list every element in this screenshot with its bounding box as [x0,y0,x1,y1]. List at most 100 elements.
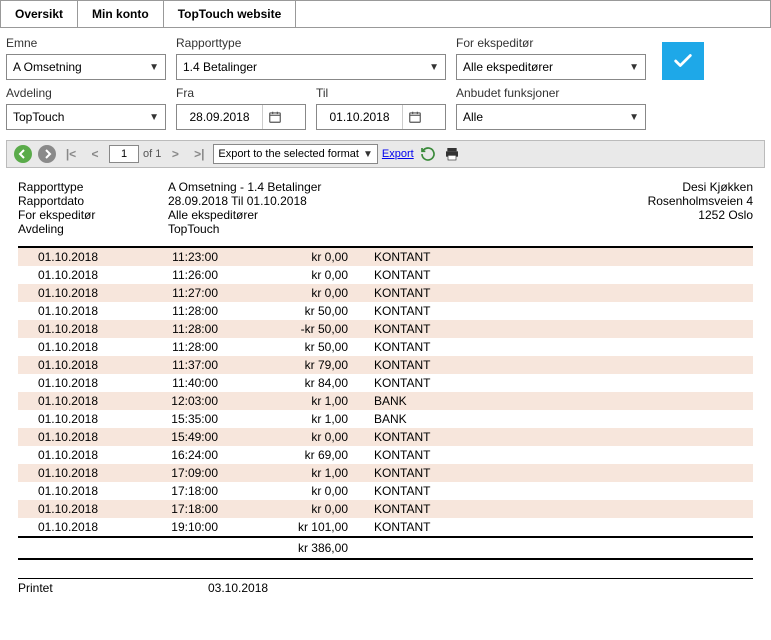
cell-amount: kr 0,00 [248,284,358,302]
export-format-value: Export to the selected format [218,148,359,160]
calendar-icon[interactable] [402,105,426,129]
fra-date[interactable] [176,104,306,130]
cell-date: 01.10.2018 [18,410,128,428]
printer-icon [444,146,460,162]
address-line: 1252 Oslo [648,208,753,222]
filter-row-2: Avdeling TopTouch ▼ Fra Til Anbudet funk… [0,84,771,138]
table-row: 01.10.201812:03:00kr 1,00BANK [18,392,753,410]
company-address: Desi KjøkkenRosenholmsveien 41252 Oslo [648,180,753,236]
cell-date: 01.10.2018 [18,284,128,302]
first-page-button[interactable]: |< [61,144,81,164]
calendar-icon[interactable] [262,105,286,129]
meta-value: Alle ekspeditører [168,208,258,222]
total-amount: kr 386,00 [248,537,358,559]
emne-value: A Omsetning [13,60,82,74]
export-format-select[interactable]: Export to the selected format ▼ [213,144,378,164]
ekspeditor-label: For ekspeditør [456,36,646,50]
meta-row: Rapportdato28.09.2018 Til 01.10.2018 [18,194,321,208]
cell-time: 17:18:00 [128,500,248,518]
cell-type: KONTANT [358,247,753,266]
cell-amount: -kr 50,00 [248,320,358,338]
report-footer: Printet 03.10.2018 [18,578,753,595]
cell-type: KONTANT [358,518,753,537]
rapporttype-select[interactable]: 1.4 Betalinger ▼ [176,54,446,80]
nav-back-button[interactable] [13,144,33,164]
meta-label: Rapportdato [18,194,168,208]
tab-oversikt[interactable]: Oversikt [1,1,78,27]
cell-amount: kr 1,00 [248,392,358,410]
ekspeditor-select[interactable]: Alle ekspeditører ▼ [456,54,646,80]
printed-date: 03.10.2018 [208,581,268,595]
avdeling-select[interactable]: TopTouch ▼ [6,104,166,130]
cell-time: 11:28:00 [128,302,248,320]
refresh-icon [420,146,436,162]
last-page-button[interactable]: >| [189,144,209,164]
report-body: RapporttypeA Omsetning - 1.4 BetalingerR… [0,170,771,605]
emne-select[interactable]: A Omsetning ▼ [6,54,166,80]
tab-min-konto[interactable]: Min konto [78,1,164,27]
page-of-label: of 1 [143,148,161,160]
page-input[interactable] [109,145,139,163]
meta-label: For ekspeditør [18,208,168,222]
anbudet-select[interactable]: Alle ▼ [456,104,646,130]
caret-down-icon: ▼ [429,62,439,73]
total-row: kr 386,00 [18,537,753,559]
refresh-button[interactable] [418,144,438,164]
next-page-button[interactable]: > [165,144,185,164]
cell-time: 17:09:00 [128,464,248,482]
til-date[interactable] [316,104,446,130]
cell-amount: kr 84,00 [248,374,358,392]
cell-time: 17:18:00 [128,482,248,500]
cell-type: KONTANT [358,500,753,518]
filter-row-1: Emne A Omsetning ▼ Rapporttype 1.4 Betal… [0,28,771,84]
cell-type: BANK [358,410,753,428]
cell-type: KONTANT [358,320,753,338]
emne-label: Emne [6,36,166,50]
meta-label: Rapporttype [18,180,168,194]
table-row: 01.10.201811:40:00kr 84,00KONTANT [18,374,753,392]
cell-time: 11:37:00 [128,356,248,374]
print-button[interactable] [442,144,462,164]
cell-type: KONTANT [358,428,753,446]
table-row: 01.10.201817:18:00kr 0,00KONTANT [18,482,753,500]
table-row: 01.10.201811:28:00kr 50,00KONTANT [18,302,753,320]
table-row: 01.10.201811:23:00kr 0,00KONTANT [18,247,753,266]
submit-button[interactable] [662,42,704,80]
cell-date: 01.10.2018 [18,374,128,392]
cell-time: 15:35:00 [128,410,248,428]
cell-date: 01.10.2018 [18,464,128,482]
meta-value: TopTouch [168,222,219,236]
cell-amount: kr 1,00 [248,464,358,482]
export-link[interactable]: Export [382,148,414,160]
address-line: Desi Kjøkken [648,180,753,194]
prev-page-button[interactable]: < [85,144,105,164]
til-input[interactable] [317,105,402,129]
cell-time: 11:26:00 [128,266,248,284]
table-row: 01.10.201811:28:00-kr 50,00KONTANT [18,320,753,338]
cell-type: KONTANT [358,356,753,374]
anbudet-value: Alle [463,110,483,124]
cell-date: 01.10.2018 [18,320,128,338]
cell-amount: kr 79,00 [248,356,358,374]
meta-label: Avdeling [18,222,168,236]
cell-type: KONTANT [358,464,753,482]
cell-time: 15:49:00 [128,428,248,446]
cell-date: 01.10.2018 [18,356,128,374]
cell-date: 01.10.2018 [18,500,128,518]
table-row: 01.10.201815:49:00kr 0,00KONTANT [18,428,753,446]
meta-row: For ekspeditørAlle ekspeditører [18,208,321,222]
nav-forward-button[interactable] [37,144,57,164]
meta-row: AvdelingTopTouch [18,222,321,236]
rapporttype-value: 1.4 Betalinger [183,60,257,74]
cell-amount: kr 69,00 [248,446,358,464]
cell-time: 16:24:00 [128,446,248,464]
til-label: Til [316,86,446,100]
cell-date: 01.10.2018 [18,338,128,356]
cell-amount: kr 0,00 [248,500,358,518]
check-icon [672,50,694,72]
tab-toptouch-website[interactable]: TopTouch website [164,1,297,27]
cell-type: KONTANT [358,374,753,392]
fra-input[interactable] [177,105,262,129]
meta-row: RapporttypeA Omsetning - 1.4 Betalinger [18,180,321,194]
table-row: 01.10.201811:26:00kr 0,00KONTANT [18,266,753,284]
